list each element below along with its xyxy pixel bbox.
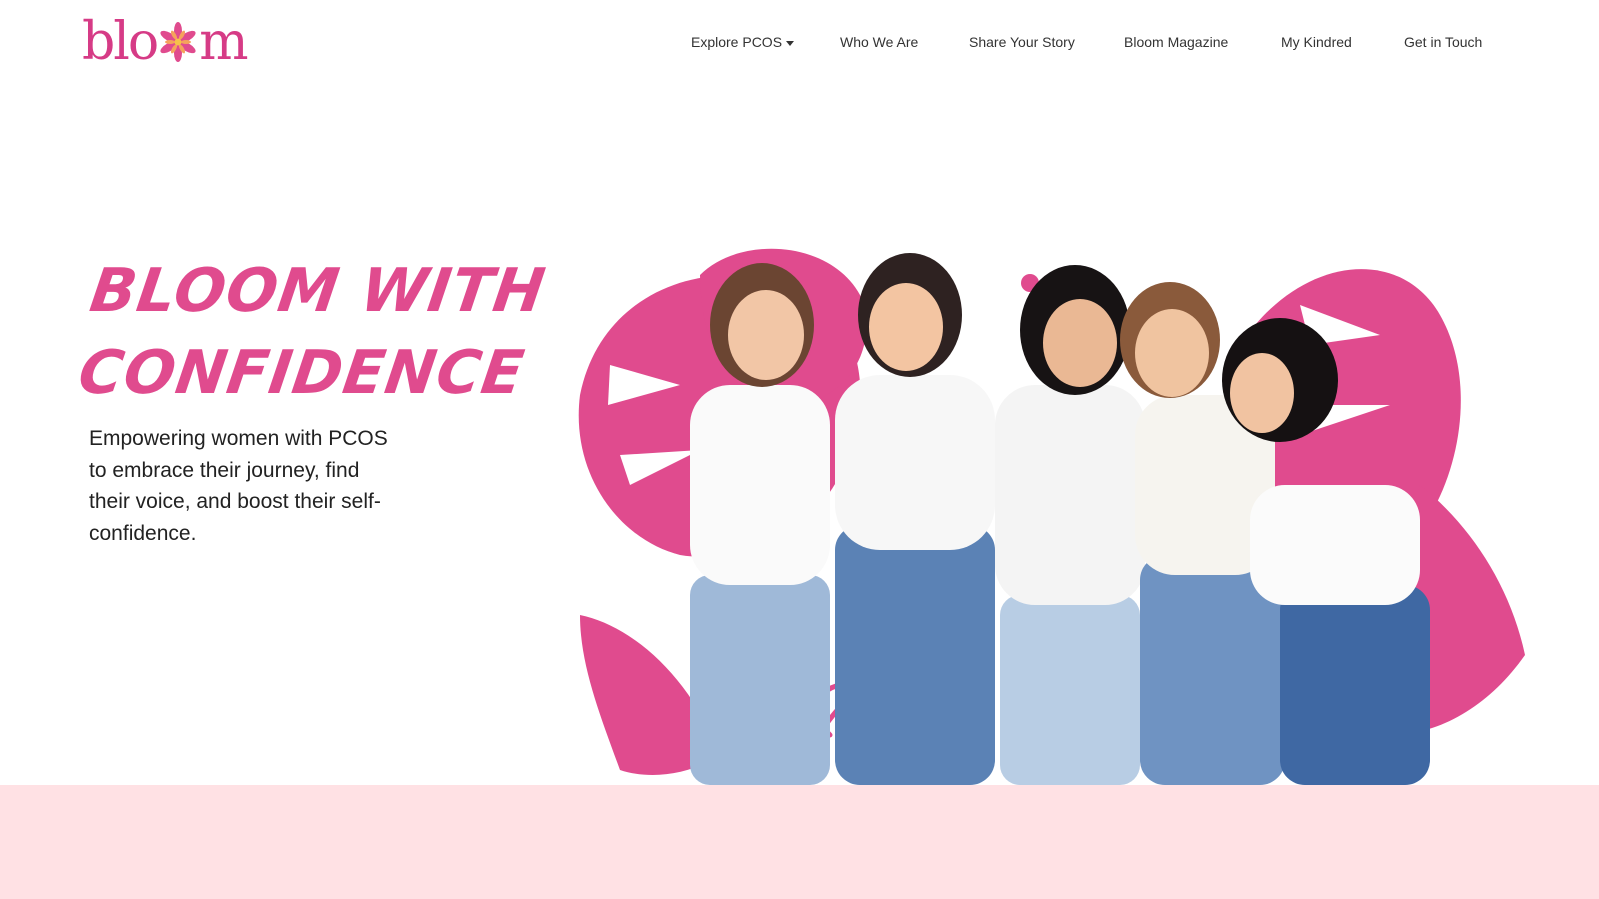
nav-item-share-your-story[interactable]: Share Your Story — [969, 34, 1075, 50]
nav-item-bloom-magazine[interactable]: Bloom Magazine — [1124, 34, 1228, 50]
nav-item-get-in-touch[interactable]: Get in Touch — [1404, 34, 1482, 50]
main-nav: Explore PCOS Who We Are Share Your Story… — [0, 34, 1599, 56]
hero-title: BLOOM WITH CONFIDENCE — [73, 250, 556, 414]
pink-band-section — [0, 785, 1599, 899]
nav-item-explore-pcos[interactable]: Explore PCOS — [691, 34, 795, 50]
hero-title-line-1: BLOOM WITH — [85, 256, 550, 326]
hero-image — [578, 248, 1525, 785]
caret-down-icon — [786, 40, 795, 46]
hero-title-line-2: CONFIDENCE — [74, 338, 529, 408]
nav-item-my-kindred[interactable]: My Kindred — [1281, 34, 1352, 50]
nav-item-who-we-are[interactable]: Who We Are — [840, 34, 918, 50]
hero-subtitle: Empowering women with PCOS to embrace th… — [89, 427, 388, 545]
site-header: blo m Explore PCOS Who We Are Share Your… — [0, 0, 1599, 90]
nav-item-label: Explore PCOS — [691, 34, 783, 50]
